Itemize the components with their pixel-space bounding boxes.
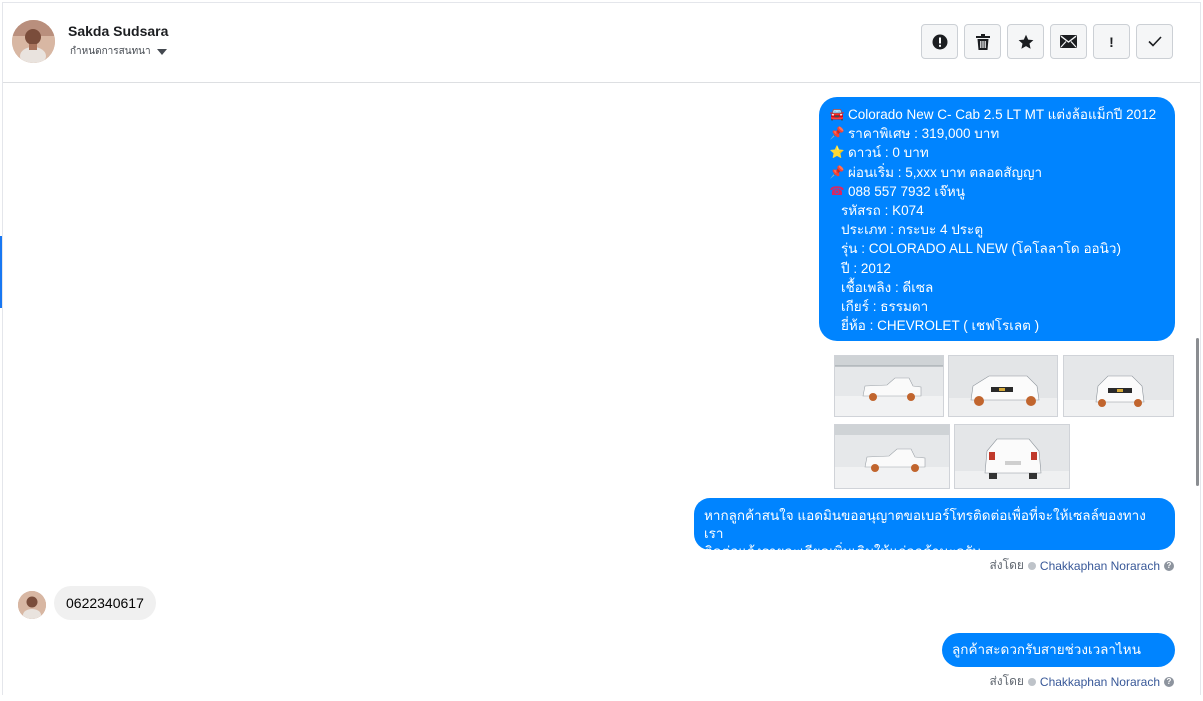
- sent-by-label: ส่งโดย: [989, 558, 1024, 572]
- customer-message[interactable]: 0622340617: [54, 586, 156, 620]
- conversation-header: Sakda Sudsara กำหนดการสนทนา !: [3, 3, 1200, 83]
- contact-name[interactable]: Sakda Sudsara: [68, 23, 168, 39]
- scrollbar-thumb[interactable]: [1196, 338, 1199, 486]
- sent-by-attribution: ส่งโดย Chakkaphan Norarach ?: [989, 672, 1174, 691]
- caret-down-icon: [156, 48, 167, 55]
- car-emoji-icon: 🚘: [829, 107, 845, 121]
- mark-done-button[interactable]: [1136, 24, 1173, 59]
- header-action-bar: !: [921, 24, 1173, 59]
- agent-followup-message[interactable]: หากลูกค้าสนใจ แอดมินขออนุญาตขอเบอร์โทรติ…: [694, 498, 1175, 559]
- message-text-line: หากลูกค้าสนใจ แอดมินขออนุญาตขอเบอร์โทรติ…: [704, 508, 1146, 541]
- help-icon[interactable]: ?: [1164, 676, 1174, 687]
- car-front-photo[interactable]: [1063, 355, 1174, 417]
- sent-by-attribution: ส่งโดย Chakkaphan Norarach ?: [989, 556, 1174, 575]
- panel-edge-accent: [0, 236, 2, 308]
- verified-check-icon: [1027, 561, 1036, 570]
- listing-line: เชื้อเพลิง : ดีเซล: [841, 279, 934, 295]
- agent-question-message[interactable]: ลูกค้าสะดวกรับสายช่วงเวลาไหนครับ: [942, 633, 1175, 691]
- envelope-icon: [1060, 35, 1077, 48]
- listing-line: ⭐ ดาวน์ : 0 บาท: [829, 143, 1165, 162]
- customer-avatar[interactable]: [18, 591, 46, 619]
- listing-line: รุ่น : COLORADO ALL NEW (โคโลลาโด ออนิว): [841, 241, 1121, 257]
- mark-spam-button[interactable]: [921, 24, 958, 59]
- trash-icon: [975, 33, 990, 50]
- star-button[interactable]: [1007, 24, 1044, 59]
- star-icon: [1018, 34, 1033, 49]
- checkmark-icon: [1147, 36, 1162, 47]
- sent-by-label: ส่งโดย: [989, 674, 1024, 688]
- conversation-status-label: กำหนดการสนทนา: [70, 46, 151, 57]
- verified-check-icon: [1027, 677, 1036, 686]
- pushpin-emoji-icon: 📌: [829, 164, 845, 179]
- car-listing-message[interactable]: 🚘 Colorado New C- Cab 2.5 LT MT แต่งล้อแม…: [819, 97, 1175, 341]
- contact-avatar[interactable]: [12, 20, 55, 63]
- agent-name-link[interactable]: Chakkaphan Norarach: [1040, 675, 1160, 689]
- delete-button[interactable]: [964, 24, 1001, 59]
- conversation-status-dropdown[interactable]: กำหนดการสนทนา: [70, 44, 167, 59]
- listing-line: ☎ 088 557 7932 เจ๊หนู: [829, 182, 1165, 201]
- listing-line: 📌 ราคาพิเศษ : 319,000 บาท: [829, 124, 1165, 143]
- listing-line: ปี : 2012: [841, 260, 891, 276]
- listing-line: 📌 ผ่อนเริ่ม : 5,xxx บาท ตลอดสัญญา: [829, 163, 1165, 182]
- listing-line: รหัสรถ : K074: [841, 202, 924, 218]
- car-front-three-quarter-photo[interactable]: [948, 355, 1058, 417]
- listing-line: 🚘 Colorado New C- Cab 2.5 LT MT แต่งล้อแม…: [829, 105, 1165, 124]
- alert-circle-icon: [932, 34, 947, 49]
- car-rear-photo[interactable]: [954, 424, 1070, 489]
- car-side-rear-photo[interactable]: [834, 424, 950, 489]
- telephone-emoji-icon: ☎: [829, 183, 845, 198]
- car-side-photo[interactable]: [834, 355, 944, 417]
- agent-name-link[interactable]: Chakkaphan Norarach: [1040, 559, 1160, 573]
- pushpin-emoji-icon: 📌: [829, 126, 845, 141]
- mark-unread-button[interactable]: [1050, 24, 1087, 59]
- follow-up-button[interactable]: !: [1093, 24, 1130, 59]
- help-icon[interactable]: ?: [1164, 560, 1174, 571]
- star-emoji-icon: ⭐: [829, 145, 845, 160]
- exclamation-icon: !: [1109, 33, 1114, 50]
- listing-line: ยี่ห้อ : CHEVROLET ( เชฟโรเลต ): [841, 318, 1040, 334]
- listing-line: ประเภท : กระบะ 4 ประตู: [841, 222, 984, 238]
- listing-line: เกียร์ : ธรรมดา: [841, 298, 929, 314]
